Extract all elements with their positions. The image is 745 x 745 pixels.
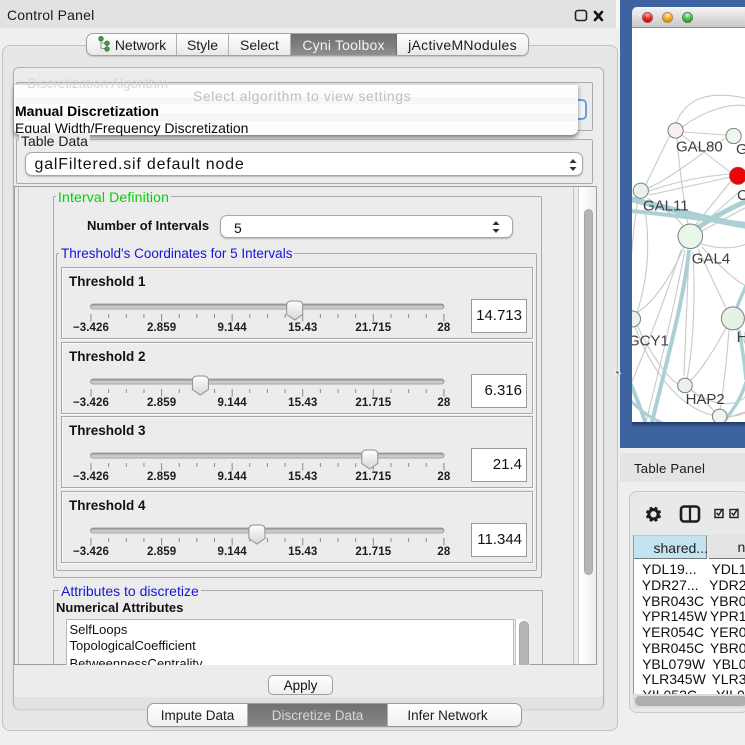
svg-text:15.43: 15.43 xyxy=(288,322,317,334)
svg-text:GAL11: GAL11 xyxy=(643,197,689,214)
svg-text:9.144: 9.144 xyxy=(218,397,248,409)
svg-text:9.144: 9.144 xyxy=(218,471,248,483)
svg-text:28: 28 xyxy=(437,322,450,334)
svg-text:21.715: 21.715 xyxy=(355,471,391,483)
svg-text:9.144: 9.144 xyxy=(218,322,248,334)
svg-text:2.859: 2.859 xyxy=(147,397,176,409)
svg-text:GA: GA xyxy=(736,141,745,158)
svg-text:C: C xyxy=(737,187,745,204)
svg-text:28: 28 xyxy=(437,397,450,409)
svg-text:−3.426: −3.426 xyxy=(73,546,109,558)
svg-text:28: 28 xyxy=(437,546,450,558)
svg-text:21.715: 21.715 xyxy=(355,546,391,558)
svg-text:2.859: 2.859 xyxy=(147,546,176,558)
svg-text:GAL80: GAL80 xyxy=(676,138,723,155)
svg-text:GAL4: GAL4 xyxy=(692,250,730,267)
svg-text:9.144: 9.144 xyxy=(218,546,248,558)
svg-text:28: 28 xyxy=(437,471,450,483)
svg-text:21.715: 21.715 xyxy=(355,322,391,334)
svg-text:−3.426: −3.426 xyxy=(73,471,109,483)
svg-text:15.43: 15.43 xyxy=(288,471,317,483)
svg-text:HAP2: HAP2 xyxy=(686,391,725,408)
svg-text:H: H xyxy=(737,329,745,346)
svg-text:−3.426: −3.426 xyxy=(73,397,109,409)
svg-text:GCY1: GCY1 xyxy=(632,332,669,349)
svg-text:2.859: 2.859 xyxy=(147,322,176,334)
svg-text:2.859: 2.859 xyxy=(147,471,176,483)
svg-text:15.43: 15.43 xyxy=(288,397,317,409)
svg-text:21.715: 21.715 xyxy=(355,397,391,409)
svg-text:15.43: 15.43 xyxy=(288,546,317,558)
svg-text:−3.426: −3.426 xyxy=(73,322,109,334)
